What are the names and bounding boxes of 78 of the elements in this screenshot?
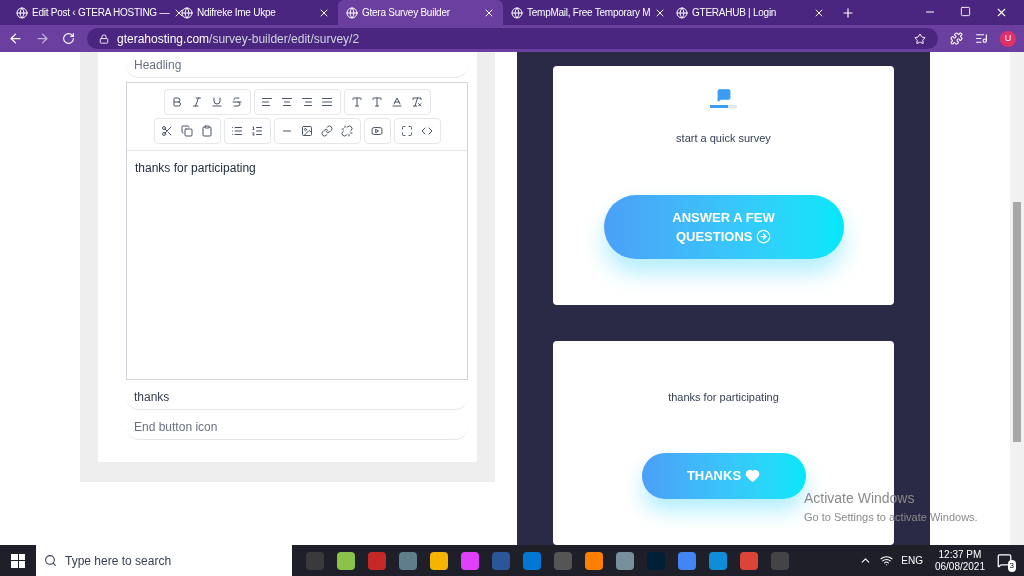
- text-size-icon: [371, 96, 383, 108]
- site-icon: [181, 6, 193, 19]
- tab-title: TempMail, Free Temporary M: [527, 6, 651, 20]
- search-icon: [44, 554, 57, 567]
- bold-icon: [171, 96, 183, 108]
- app-icon[interactable]: [740, 551, 758, 570]
- font-size-icon: [351, 96, 363, 108]
- input-field[interactable]: End button icon: [126, 414, 468, 440]
- app-icon[interactable]: [337, 551, 355, 570]
- input-field[interactable]: Headling: [126, 52, 468, 78]
- scrollbar[interactable]: [1010, 52, 1024, 545]
- video-icon: [371, 125, 383, 137]
- heart-icon: [745, 468, 761, 483]
- close-icon[interactable]: [995, 6, 1008, 19]
- app-icon[interactable]: [461, 551, 479, 570]
- app-icon[interactable]: [430, 551, 448, 570]
- address-bar[interactable]: gterahosting.com/survey-builder/edit/survey/2: [87, 28, 938, 49]
- cut-icon: [161, 125, 173, 137]
- align-center-icon: [281, 96, 293, 108]
- input-field[interactable]: thanks: [126, 384, 468, 410]
- new-tab-icon[interactable]: [841, 6, 855, 20]
- browser-tab[interactable]: Gtera Survey Builder: [338, 0, 503, 25]
- italic-icon: [191, 96, 203, 108]
- card-text: thanks for participating: [668, 390, 779, 405]
- unlink-icon: [341, 125, 353, 137]
- app-icon[interactable]: [585, 551, 603, 570]
- align-right-icon: [301, 96, 313, 108]
- site-icon: [511, 6, 523, 19]
- media-icon[interactable]: [975, 32, 988, 45]
- app-icon[interactable]: [616, 551, 634, 570]
- site-icon: [676, 6, 688, 19]
- fullscreen-icon: [401, 125, 413, 137]
- code-view-icon: [421, 125, 433, 137]
- image-icon: [301, 125, 313, 137]
- underline-icon: [211, 96, 223, 108]
- lock-icon: [99, 33, 109, 44]
- tab-title: GTERAHUB | Login: [692, 6, 778, 20]
- justify-icon: [321, 96, 333, 108]
- tab-title: Gtera Survey Builder: [362, 6, 451, 20]
- font-color-icon: [391, 96, 403, 108]
- app-icon[interactable]: [678, 551, 696, 570]
- bookmark-icon[interactable]: [914, 32, 926, 45]
- bullet-list-icon: [231, 125, 243, 137]
- site-icon: [16, 6, 28, 19]
- taskbar-search[interactable]: Type here to search: [36, 545, 292, 576]
- language-indicator[interactable]: ENG: [901, 553, 923, 568]
- arrow-circle-icon: [756, 228, 772, 244]
- tab-title: Edit Post ‹ GTERA HOSTING —: [32, 6, 170, 20]
- profile-avatar[interactable]: U: [1000, 30, 1016, 47]
- rich-text-editor[interactable]: thanks for participating: [126, 82, 468, 380]
- tab-title: Ndifreke Ime Ukpe: [197, 6, 277, 20]
- chat-icon: [716, 88, 731, 102]
- reload-icon[interactable]: [62, 32, 75, 45]
- clock-date[interactable]: 06/08/2021: [934, 560, 985, 573]
- app-icon[interactable]: [523, 551, 541, 570]
- url-text: gterahosting.com/survey-builder/edit/survey/2: [117, 30, 361, 48]
- editor-content[interactable]: thanks for participating: [127, 151, 467, 379]
- maximize-icon[interactable]: [960, 6, 971, 17]
- app-icon[interactable]: [709, 551, 727, 570]
- link-icon: [321, 125, 333, 137]
- numbered-list-icon: [251, 125, 263, 137]
- extensions-icon[interactable]: [950, 32, 963, 45]
- align-left-icon: [261, 96, 273, 108]
- browser-tab[interactable]: Edit Post ‹ GTERA HOSTING —: [8, 0, 173, 25]
- card-text: start a quick survey: [676, 131, 771, 146]
- clear-format-icon: [411, 96, 423, 108]
- forward-icon[interactable]: [35, 31, 50, 46]
- copy-icon: [181, 125, 193, 137]
- browser-tab[interactable]: GTERAHUB | Login: [668, 0, 833, 25]
- paste-icon: [201, 125, 213, 137]
- back-icon[interactable]: [8, 31, 23, 46]
- browser-tab[interactable]: TempMail, Free Temporary M: [503, 0, 668, 25]
- strikethrough-icon: [231, 96, 243, 108]
- browser-tab[interactable]: Ndifreke Ime Ukpe: [173, 0, 338, 25]
- clock-time[interactable]: 12:37 PM: [938, 548, 982, 561]
- app-icon[interactable]: [399, 551, 417, 570]
- network-icon[interactable]: [880, 554, 894, 567]
- site-icon: [346, 6, 358, 19]
